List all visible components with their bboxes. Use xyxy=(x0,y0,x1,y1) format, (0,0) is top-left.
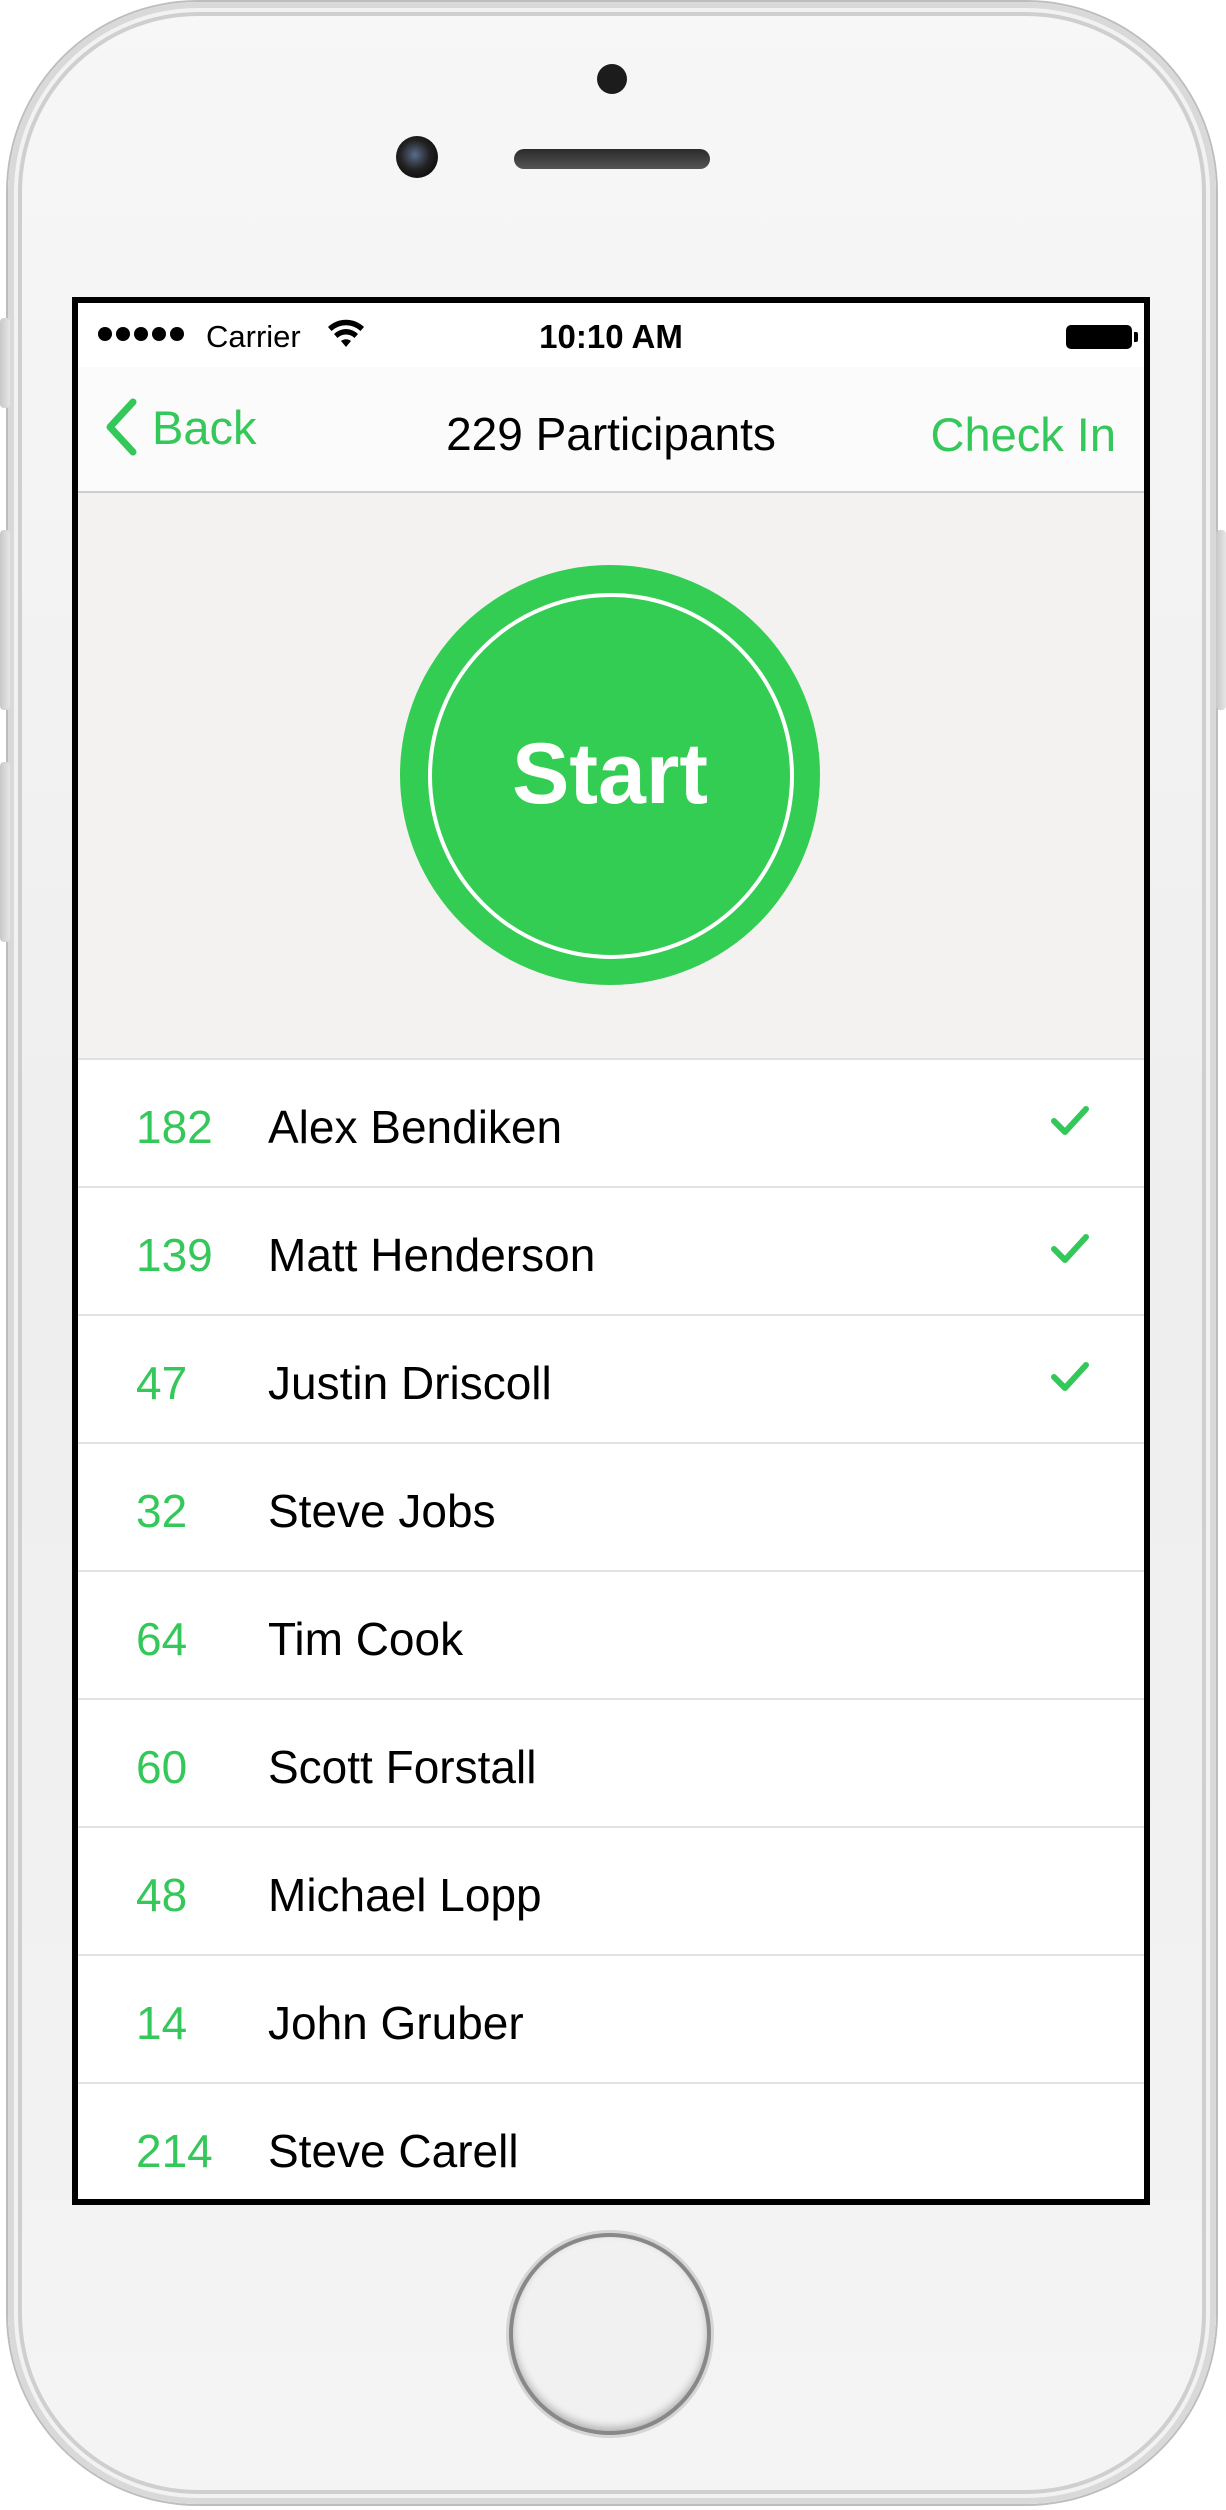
participant-row[interactable]: 32 Steve Jobs xyxy=(78,1444,1144,1572)
volume-down-button xyxy=(0,762,10,942)
participant-name: Scott Forstall xyxy=(268,1741,537,1793)
proximity-sensor xyxy=(597,64,627,94)
participant-number: 64 xyxy=(136,1613,188,1665)
front-camera xyxy=(396,136,438,178)
device-frame: Carrier 10:10 AM Back 229 Participants C… xyxy=(0,0,1226,2510)
participant-name: Tim Cook xyxy=(268,1613,464,1665)
participant-row[interactable]: 47 Justin Driscoll xyxy=(78,1316,1144,1444)
participant-number: 47 xyxy=(136,1357,188,1409)
navigation-bar: Back 229 Participants Check In xyxy=(78,367,1144,493)
status-bar: Carrier 10:10 AM xyxy=(78,303,1144,367)
participant-name: Steve Jobs xyxy=(268,1485,496,1537)
participant-name: John Gruber xyxy=(268,1997,524,2049)
participant-row[interactable]: 14 John Gruber xyxy=(78,1956,1144,2084)
check-in-button[interactable]: Check In xyxy=(931,407,1116,462)
checkmark-icon xyxy=(1051,1362,1089,1391)
home-button[interactable] xyxy=(513,2237,707,2431)
power-button xyxy=(1216,530,1226,710)
start-button-label: Start xyxy=(512,726,708,822)
participant-number: 182 xyxy=(136,1101,213,1153)
participant-row[interactable]: 64 Tim Cook xyxy=(78,1572,1144,1700)
participant-name: Matt Henderson xyxy=(268,1229,596,1281)
app-view: Carrier 10:10 AM Back 229 Participants C… xyxy=(78,303,1144,2199)
participant-number: 48 xyxy=(136,1869,188,1921)
checkmark-icon xyxy=(1051,1106,1089,1135)
participant-name: Justin Driscoll xyxy=(268,1357,552,1409)
participant-number: 214 xyxy=(136,2125,213,2177)
participant-number: 139 xyxy=(136,1229,213,1281)
participant-number: 14 xyxy=(136,1997,188,2049)
participant-name: Michael Lopp xyxy=(268,1869,542,1921)
participant-name: Steve Carell xyxy=(268,2125,519,2177)
participant-name: Alex Bendiken xyxy=(268,1101,563,1153)
checkmark-icon xyxy=(1051,1234,1089,1263)
participant-row[interactable]: 182 Alex Bendiken xyxy=(78,1060,1144,1188)
participant-number: 32 xyxy=(136,1485,188,1537)
screen: Carrier 10:10 AM Back 229 Participants C… xyxy=(72,297,1150,2205)
volume-up-button xyxy=(0,530,10,710)
start-button[interactable]: Start xyxy=(400,565,820,985)
mute-switch xyxy=(0,318,10,408)
participant-row[interactable]: 48 Michael Lopp xyxy=(78,1828,1144,1956)
start-panel: Start xyxy=(78,493,1144,1058)
participant-row[interactable]: 60 Scott Forstall xyxy=(78,1700,1144,1828)
earpiece-speaker xyxy=(514,149,710,169)
participant-row[interactable]: 139 Matt Henderson xyxy=(78,1188,1144,1316)
battery-icon xyxy=(1066,325,1138,349)
status-time: 10:10 AM xyxy=(539,318,683,355)
participant-list: 182 Alex Bendiken 139 Matt Henderson 47 Justi… xyxy=(78,1058,1144,2199)
participant-number: 60 xyxy=(136,1741,188,1793)
participant-row[interactable]: 214 Steve Carell xyxy=(78,2084,1144,2199)
